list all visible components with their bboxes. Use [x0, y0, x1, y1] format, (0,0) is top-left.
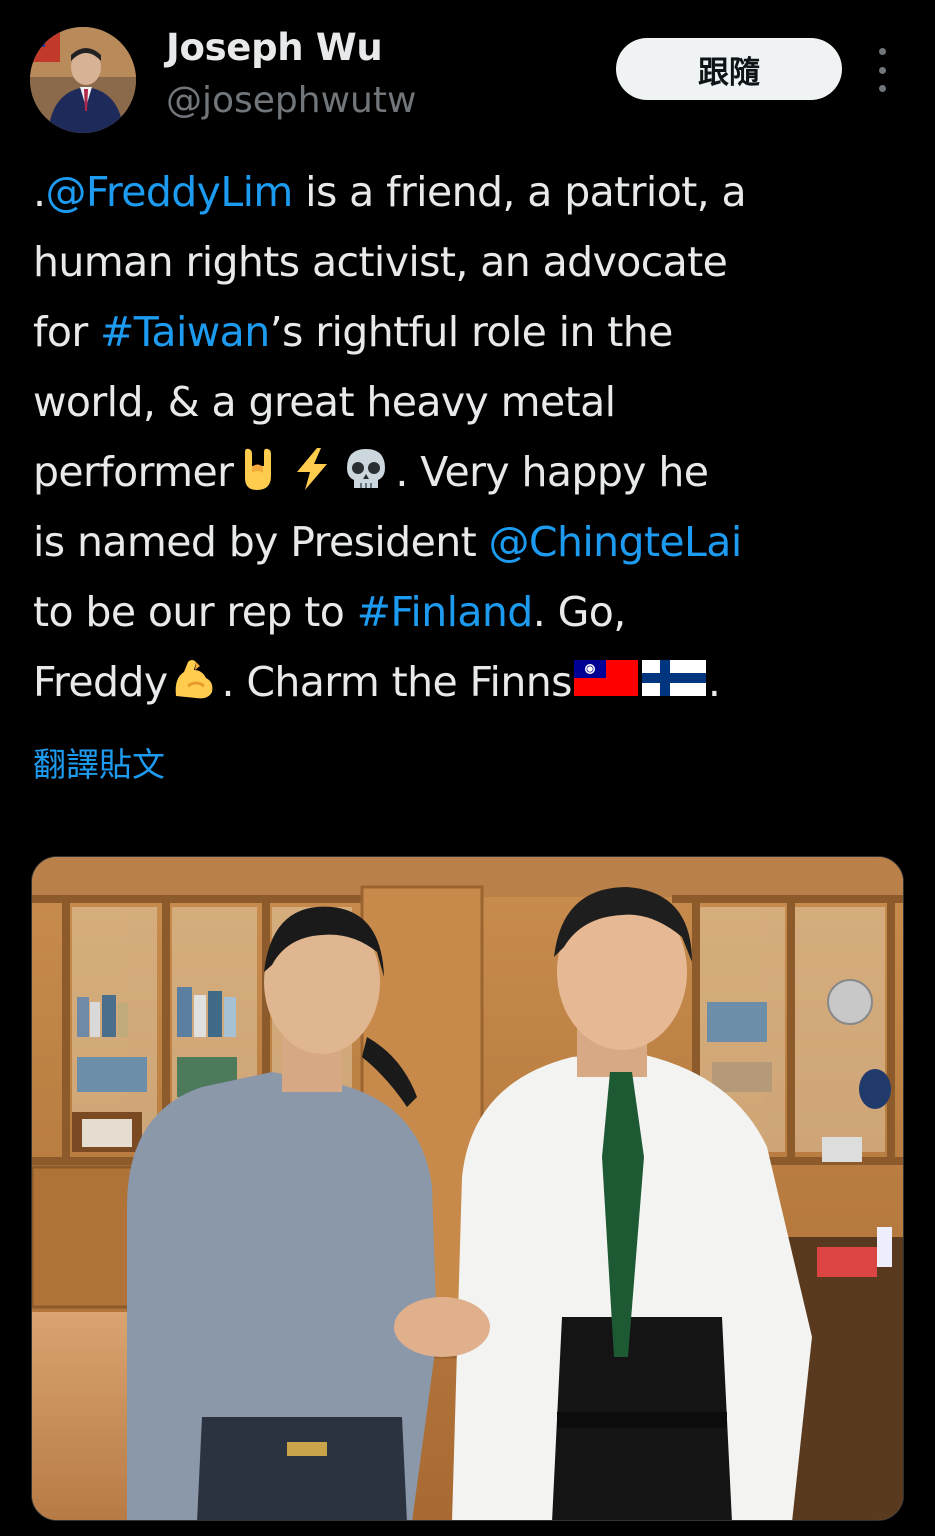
finland-flag-icon [641, 651, 706, 697]
more-dot [878, 66, 886, 74]
tweet-text-segment: . Go, [532, 588, 627, 636]
tweet-line: to be our rep to #Finland. Go, [33, 577, 913, 647]
tweet-photo[interactable] [31, 856, 904, 1521]
tweet-line: .@FreddyLim is a friend, a patriot, a [33, 157, 913, 227]
tweet-line: world, & a great heavy metal [33, 367, 913, 437]
more-dot [878, 48, 886, 55]
photo-image [32, 857, 903, 1520]
tweet-line: is named by President @ChingteLai [33, 507, 913, 577]
tweet-text-segment: to be our rep to [33, 588, 357, 636]
tweet-text-segment: . Very happy he [395, 448, 709, 496]
lightning-icon [289, 443, 335, 490]
avatar-image [30, 27, 136, 133]
author-avatar[interactable] [30, 27, 136, 133]
tweet-text-segment: Freddy [33, 658, 168, 706]
tweet-text-segment: ’s rightful role in the [269, 308, 674, 356]
tweet-text-segment: . Charm the Finns [221, 658, 573, 706]
tweet-line: performer . Very happy he [33, 437, 913, 507]
mention-link[interactable]: @ChingteLai [489, 518, 743, 566]
tweet-text-segment: . [33, 168, 46, 216]
author-handle[interactable]: @josephwutw [166, 80, 416, 121]
tweet-line: Freddy . Charm the Finns. [33, 647, 913, 717]
translate-post-link[interactable]: 翻譯貼文 [33, 738, 165, 786]
flexed-biceps-icon [170, 653, 216, 699]
tweet-text-segment: for [33, 308, 101, 356]
more-options-icon[interactable] [866, 48, 898, 92]
tweet-text-segment: . [707, 658, 721, 706]
sign-of-horns-icon [235, 443, 281, 490]
tweet-text-segment: is a friend, a patriot, a [292, 168, 747, 216]
author-name[interactable]: Joseph Wu [166, 26, 383, 69]
follow-button[interactable]: 跟隨 [616, 38, 842, 100]
hashtag-link[interactable]: #Taiwan [100, 308, 270, 356]
taiwan-flag-icon [573, 651, 638, 697]
hashtag-link[interactable]: #Finland [357, 588, 534, 636]
tweet-line: for #Taiwan’s rightful role in the [33, 297, 913, 367]
tweet-text-segment: human rights activist, an advocate [33, 238, 728, 286]
tweet-line: human rights activist, an advocate [33, 227, 913, 297]
skull-icon [343, 443, 389, 489]
tweet-text-segment: performer [33, 448, 234, 496]
tweet-text-segment: world, & a great heavy metal [33, 378, 616, 426]
tweet-header: Joseph Wu @josephwutw 跟隨 [0, 0, 935, 140]
more-dot [878, 85, 886, 92]
mention-link[interactable]: @FreddyLim [45, 168, 293, 216]
tweet-text: .@FreddyLim is a friend, a patriot, a hum… [33, 157, 913, 717]
tweet-text-segment: is named by President [33, 518, 489, 566]
